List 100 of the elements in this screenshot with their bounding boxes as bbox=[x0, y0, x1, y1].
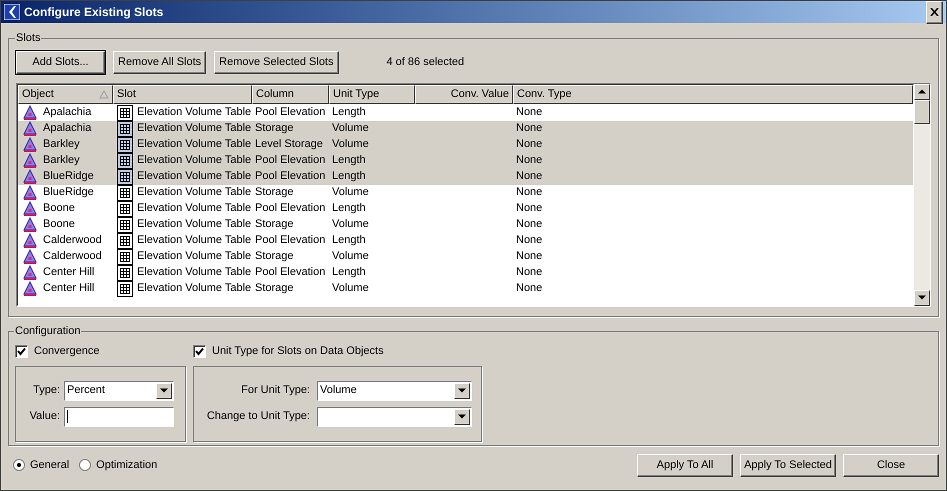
table-cell-text: None bbox=[515, 265, 544, 280]
table-cell-text: Volume bbox=[331, 281, 370, 296]
dialog-button[interactable]: Apply To All bbox=[637, 454, 733, 476]
table-cell-text: Boone bbox=[43, 201, 75, 216]
column-header[interactable]: Column bbox=[252, 84, 329, 104]
table-cell-text: Elevation Volume Table bbox=[137, 249, 252, 264]
table-cell-text: Elevation Volume Table bbox=[137, 137, 252, 152]
table-cell-text: Center Hill bbox=[43, 265, 94, 280]
close-button[interactable] bbox=[926, 0, 943, 24]
dialog-button[interactable]: Close bbox=[843, 454, 939, 476]
table-icon bbox=[117, 168, 133, 184]
table-icon bbox=[117, 104, 133, 120]
column-header[interactable]: Object bbox=[18, 84, 113, 104]
reservoir-icon bbox=[23, 185, 37, 200]
table-cell-text: None bbox=[515, 281, 544, 296]
reservoir-icon bbox=[23, 281, 37, 296]
table-row[interactable]: Barkley Elevation Volume Table Pool Elevation Length None bbox=[18, 152, 913, 168]
table-cell-text: Apalachia bbox=[43, 105, 92, 120]
radio-button[interactable] bbox=[79, 459, 92, 471]
table-icon bbox=[117, 216, 133, 232]
toolbar-button[interactable]: Add Slots... bbox=[16, 50, 105, 74]
dialog-button[interactable]: Apply To Selected bbox=[740, 454, 836, 476]
value-input-field[interactable] bbox=[64, 406, 174, 426]
table-cell-text: Elevation Volume Table bbox=[137, 217, 252, 232]
sort-arrow-icon bbox=[99, 90, 109, 98]
table-cell-text: None bbox=[515, 105, 544, 120]
radio-label: General bbox=[30, 458, 70, 473]
table-row[interactable]: Barkley Elevation Volume Table Level Storage Volume None bbox=[18, 136, 913, 152]
table-cell-text: Storage bbox=[254, 281, 295, 296]
table-cell-text: Length bbox=[331, 201, 367, 216]
table-cell-text: Calderwood bbox=[43, 249, 102, 264]
table-cell-text: Pool Elevation bbox=[254, 265, 326, 280]
table-cell-text: Level Storage bbox=[254, 137, 324, 152]
reservoir-icon bbox=[23, 153, 37, 168]
app-icon bbox=[4, 4, 20, 20]
dropdown[interactable]: Volume bbox=[317, 380, 472, 400]
table-cell-text: Length bbox=[331, 153, 367, 168]
table-icon bbox=[117, 200, 133, 216]
column-header[interactable]: Conv. Value bbox=[415, 84, 513, 104]
reservoir-icon bbox=[23, 121, 37, 136]
toolbar-button[interactable]: Remove Selected Slots bbox=[214, 50, 338, 74]
table-cell-text: Volume bbox=[331, 137, 370, 152]
table-icon bbox=[117, 264, 133, 280]
table-cell-text: Barkley bbox=[43, 137, 80, 152]
checkbox-label: Convergence bbox=[34, 344, 100, 360]
table-cell-text: None bbox=[515, 249, 544, 264]
table-cell-text: Boone bbox=[43, 217, 75, 232]
table-row[interactable]: Apalachia Elevation Volume Table Storage Volume None bbox=[18, 120, 913, 136]
table-cell-text: Pool Elevation bbox=[254, 153, 326, 168]
table-cell-text: Volume bbox=[331, 121, 370, 136]
group-title: Slots bbox=[15, 31, 42, 46]
table-icon bbox=[117, 184, 133, 200]
table-row[interactable]: BlueRidge Elevation Volume Table Storage Volume None bbox=[18, 184, 913, 200]
table-cell-text: Volume bbox=[331, 217, 370, 232]
scroll-thumb[interactable] bbox=[914, 100, 930, 124]
table-cell-text: Pool Elevation bbox=[254, 169, 326, 184]
table-cell-text: Elevation Volume Table bbox=[137, 153, 252, 168]
scroll-up-icon[interactable] bbox=[918, 89, 926, 94]
reservoir-icon bbox=[23, 217, 37, 232]
radio-label: Optimization bbox=[96, 458, 158, 473]
table-cell-text: Volume bbox=[331, 185, 370, 200]
table-cell-text: Storage bbox=[254, 217, 295, 232]
column-header[interactable]: Unit Type bbox=[329, 84, 415, 104]
table-cell-text: Pool Elevation bbox=[254, 233, 326, 248]
table-cell-text: BlueRidge bbox=[43, 169, 94, 184]
table-cell-text: Elevation Volume Table bbox=[137, 265, 252, 280]
dropdown-arrow-icon bbox=[458, 414, 466, 419]
column-header[interactable]: Conv. Type bbox=[513, 84, 913, 104]
radio-button[interactable] bbox=[13, 459, 25, 471]
reservoir-icon bbox=[23, 233, 37, 248]
column-header[interactable]: Slot bbox=[113, 84, 252, 104]
table-icon bbox=[117, 120, 133, 136]
table-cell-text: None bbox=[515, 217, 544, 232]
checkbox[interactable] bbox=[15, 345, 28, 358]
vertical-scrollbar[interactable] bbox=[914, 84, 930, 306]
table-cell-text: Volume bbox=[331, 249, 370, 264]
table-cell-text: Length bbox=[331, 105, 367, 120]
dropdown-arrow-icon bbox=[458, 388, 466, 393]
table-cell-text: Center Hill bbox=[43, 281, 94, 296]
table-cell-text: Pool Elevation bbox=[254, 201, 326, 216]
reservoir-icon bbox=[23, 137, 37, 152]
table-cell-text: None bbox=[515, 201, 544, 216]
table-cell-text: None bbox=[515, 153, 544, 168]
table-cell-text: Elevation Volume Table bbox=[137, 233, 252, 248]
field-label: Type: bbox=[32, 383, 60, 398]
table-cell-text: None bbox=[515, 121, 544, 136]
checkbox[interactable] bbox=[193, 345, 206, 358]
table-cell-text: Barkley bbox=[43, 153, 80, 168]
reservoir-icon bbox=[23, 169, 37, 184]
table-cell-text: Elevation Volume Table bbox=[137, 201, 252, 216]
table-icon bbox=[117, 232, 133, 248]
reservoir-icon bbox=[23, 105, 37, 120]
table-cell-text: Calderwood bbox=[43, 233, 102, 248]
toolbar-button[interactable]: Remove All Slots bbox=[113, 50, 206, 74]
table-row[interactable]: BlueRidge Elevation Volume Table Pool Elevation Length None bbox=[18, 168, 913, 184]
dropdown[interactable] bbox=[317, 406, 472, 426]
field-label: Change to Unit Type: bbox=[206, 409, 310, 424]
scroll-down-icon[interactable] bbox=[918, 295, 926, 300]
dropdown[interactable]: Percent bbox=[64, 380, 174, 400]
reservoir-icon bbox=[23, 249, 37, 264]
